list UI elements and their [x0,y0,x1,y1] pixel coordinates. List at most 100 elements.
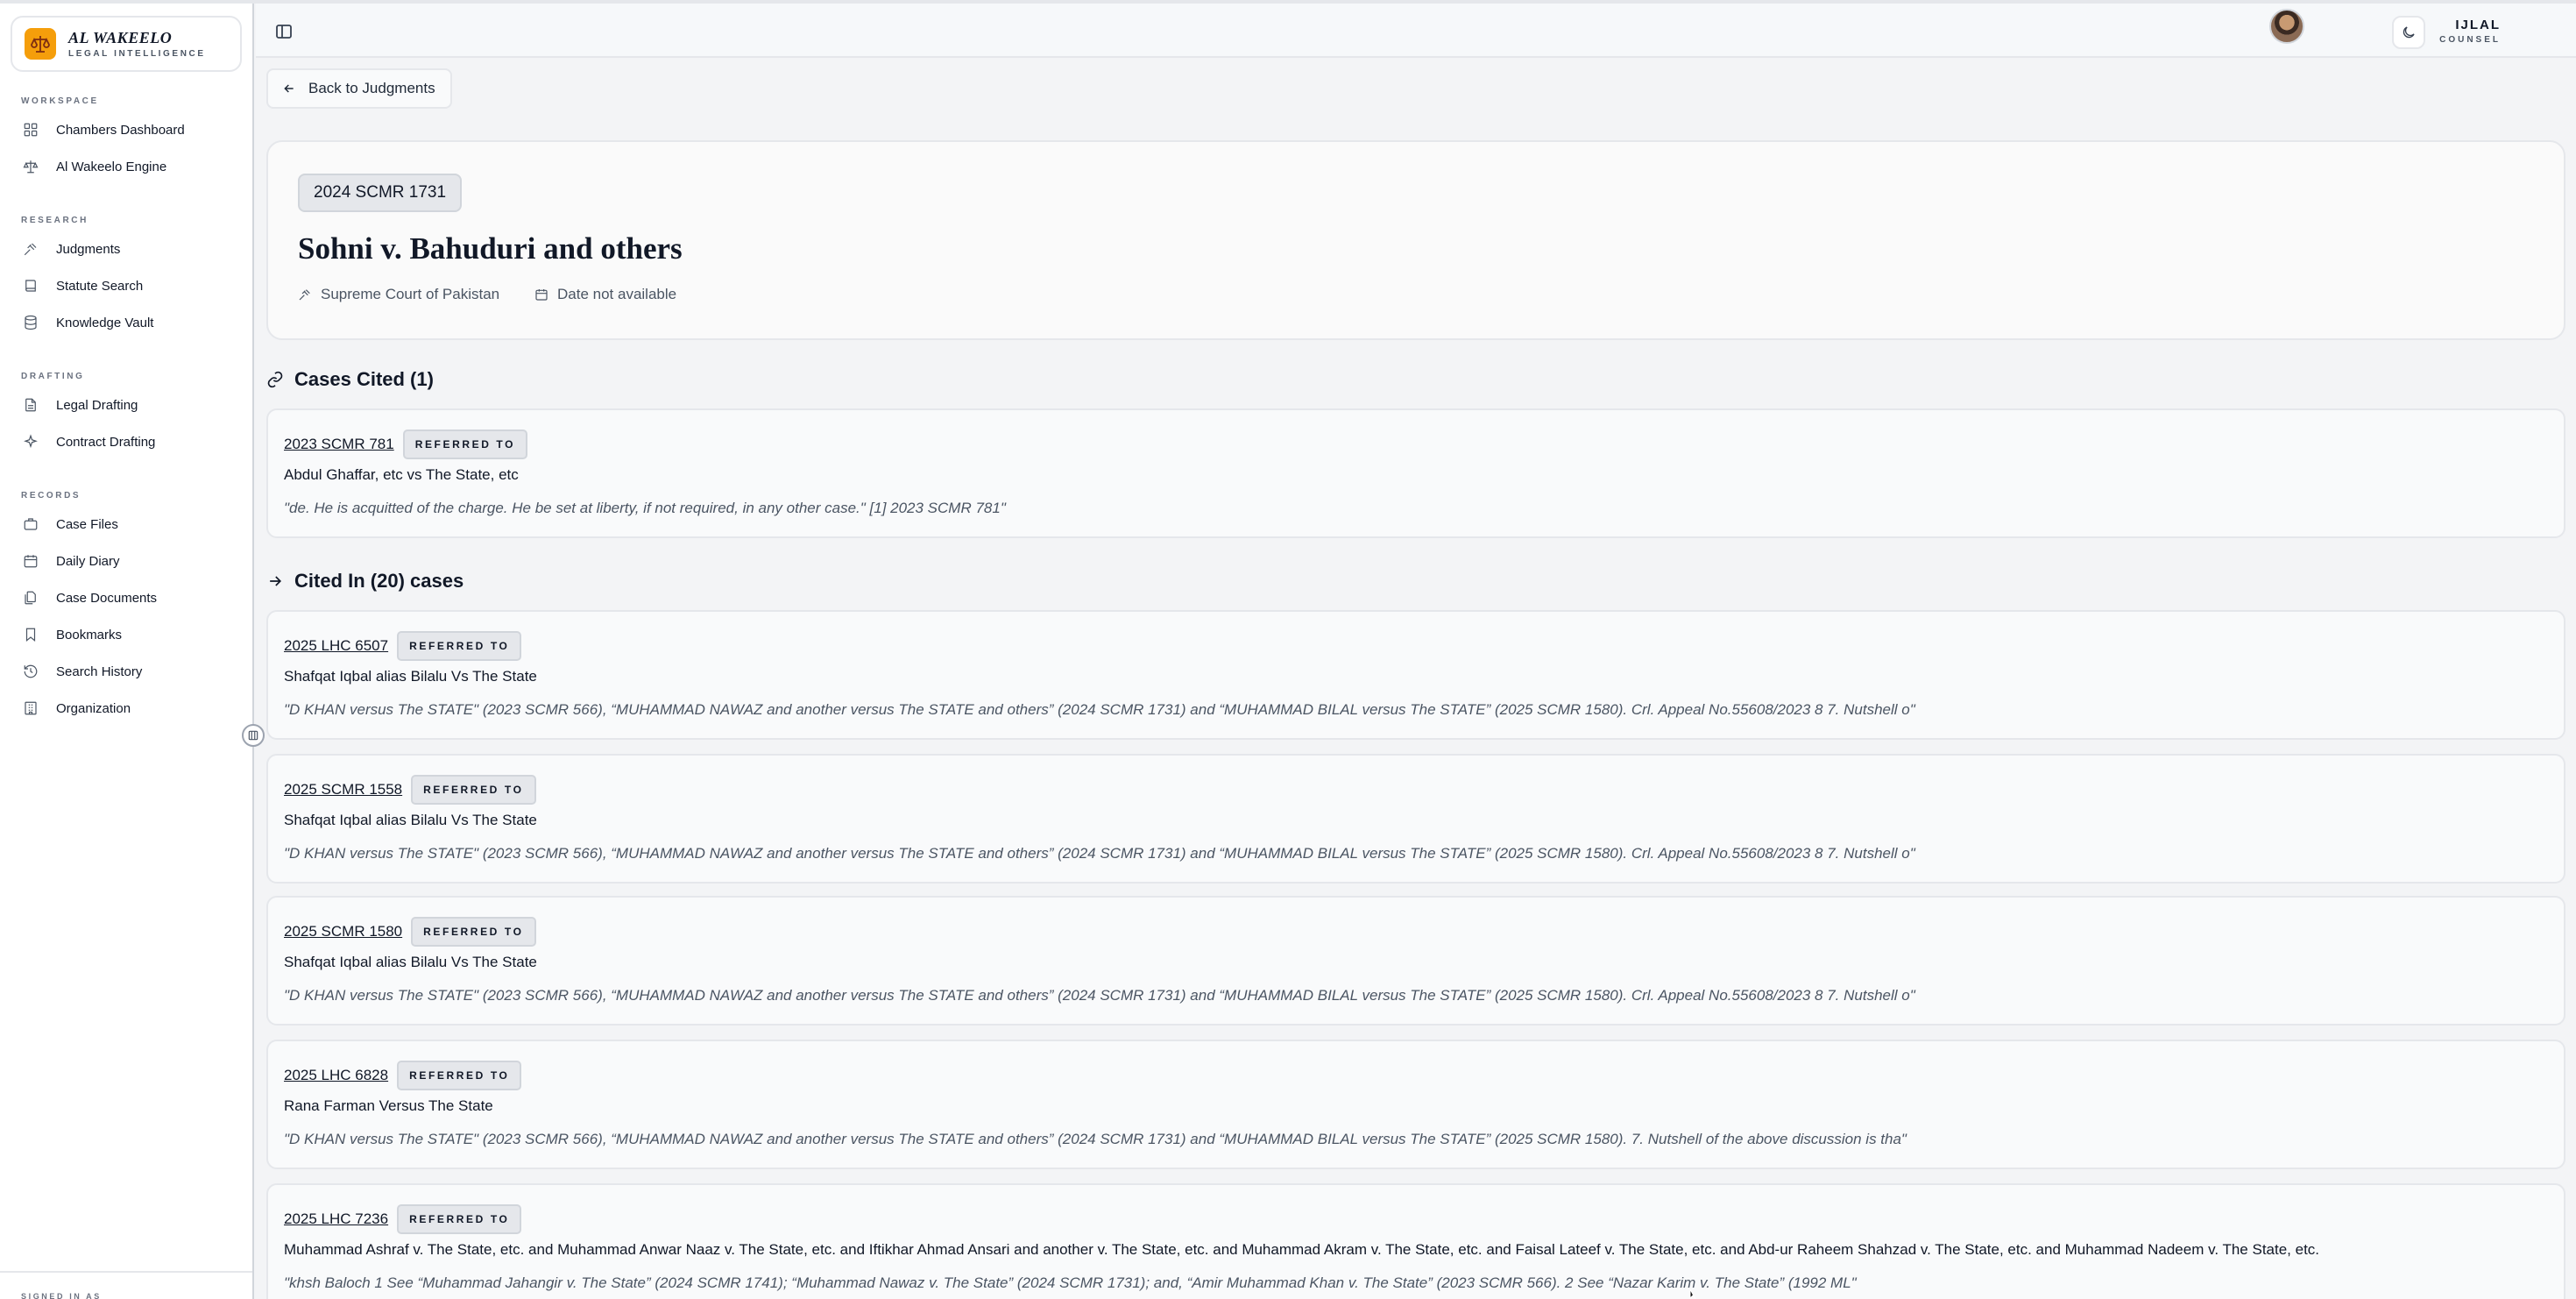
calendar-icon [535,289,548,301]
sidebar-toggle-button[interactable] [273,21,294,42]
case-name: Shafqat Iqbal alias Bilalu Vs The State [284,812,537,828]
calendar-icon [24,555,38,568]
sidebar-item-label: Case Documents [56,590,158,606]
back-to-judgments-button[interactable]: Back to Judgments [266,68,452,109]
case-name: Shafqat Iqbal alias Bilalu Vs The State [284,668,537,685]
user-name: IJLAL [2455,18,2501,32]
user-role: COUNSEL [2439,35,2501,45]
sidebar-item-daily-diary[interactable]: Daily Diary [12,545,242,577]
judgment-date: Date not available [557,286,677,302]
sidebar-item-label: Judgments [56,241,121,257]
case-card: 2025 LHC 7236 REFERRED TO Muhammad Ashra… [266,1183,2565,1299]
back-button-label: Back to Judgments [308,80,435,96]
sidebar-item-knowledge-vault[interactable]: Knowledge Vault [12,307,242,338]
judgment-header-card: 2024 SCMR 1731 Sohni v. Bahuduri and oth… [266,140,2565,340]
book-icon [25,280,36,292]
case-citation-link[interactable]: 2023 SCMR 781 [284,436,394,453]
sidebar-item-label: Bookmarks [56,627,123,642]
sidebar-footer-divider [0,1271,252,1273]
file-text-icon [25,398,36,412]
case-name: Rana Farman Versus The State [284,1097,493,1114]
case-citation-link[interactable]: 2025 LHC 6507 [284,637,388,655]
sidebar-item-al-wakeelo-engine[interactable]: Al Wakeelo Engine [12,151,242,182]
gavel-icon [24,243,37,256]
database-icon [25,315,37,330]
cases-cited-title: Cases Cited (1) [294,368,434,390]
case-excerpt: "D KHAN versus The STATE" (2023 SCMR 566… [284,987,1915,1004]
section-label-records: RECORDS [21,491,81,500]
case-card: 2025 SCMR 1558 REFERRED TO Shafqat Iqbal… [266,754,2565,884]
court-name: Supreme Court of Pakistan [321,286,500,302]
relation-badge: REFERRED TO [402,429,528,459]
case-citation-link[interactable]: 2025 SCMR 1580 [284,923,402,941]
files-icon [25,591,36,605]
case-excerpt: "D KHAN versus The STATE" (2023 SCMR 566… [284,1131,1907,1147]
sidebar-item-search-history[interactable]: Search History [12,656,242,687]
case-citation-link[interactable]: 2025 LHC 7236 [284,1210,388,1228]
cases-cited-heading: Cases Cited (1) [266,368,434,391]
arrow-right-icon [270,576,282,586]
sidebar-item-label: Statute Search [56,278,144,294]
sidebar-item-contract-drafting[interactable]: Contract Drafting [12,426,242,458]
sidebar-item-label: Knowledge Vault [56,315,154,330]
case-excerpt: "D KHAN versus The STATE" (2023 SCMR 566… [284,701,1915,718]
case-excerpt: "D KHAN versus The STATE" (2023 SCMR 566… [284,845,1915,862]
sidebar-item-statute-search[interactable]: Statute Search [12,270,242,302]
cited-in-heading: Cited In (20) cases [266,570,464,593]
case-card: 2025 SCMR 1580 REFERRED TO Shafqat Iqbal… [266,896,2565,1026]
signed-in-label: SIGNED IN AS [21,1292,102,1299]
brand-subtitle: LEGAL INTELLIGENCE [68,49,206,59]
brand-logo-card[interactable]: AL WAKEELO LEGAL INTELLIGENCE [11,16,242,72]
case-card: 2025 LHC 6507 REFERRED TO Shafqat Iqbal … [266,610,2565,740]
case-name: Abdul Ghaffar, etc vs The State, etc [284,466,519,483]
sidebar-item-judgments[interactable]: Judgments [12,233,242,265]
relation-badge: REFERRED TO [411,775,536,805]
grip-icon [248,730,258,741]
sidebar-item-chambers-dashboard[interactable]: Chambers Dashboard [12,114,242,146]
case-excerpt: "de. He is acquitted of the charge. He b… [284,500,1006,516]
case-citation-link[interactable]: 2025 LHC 6828 [284,1067,388,1084]
mouse-cursor-icon [1689,1288,1696,1299]
moon-icon [2403,26,2415,39]
briefcase-icon [24,518,38,530]
bookmark-icon [25,628,36,642]
page-title: Sohni v. Bahuduri and others [298,231,683,266]
case-citation-link[interactable]: 2025 SCMR 1558 [284,781,402,799]
sidebar: AL WAKEELO LEGAL INTELLIGENCE WORKSPACE … [0,4,254,1299]
sidebar-item-case-files[interactable]: Case Files [12,508,242,540]
sidebar-item-label: Organization [56,700,131,716]
arrow-left-icon [284,84,294,93]
case-card: 2023 SCMR 781 REFERRED TO Abdul Ghaffar,… [266,408,2565,538]
court-meta: Supreme Court of Pakistan [298,286,499,303]
citation-badge: 2024 SCMR 1731 [298,174,463,212]
sidebar-item-label: Case Files [56,516,118,532]
section-label-drafting: DRAFTING [21,372,85,381]
relation-badge: REFERRED TO [397,1061,522,1090]
section-label-workspace: WORKSPACE [21,96,99,106]
section-label-research: RESEARCH [21,216,88,225]
sidebar-item-bookmarks[interactable]: Bookmarks [12,619,242,650]
sparkles-icon [24,434,38,449]
case-name: Muhammad Ashraf v. The State, etc. and M… [284,1241,2320,1258]
sidebar-item-label: Legal Drafting [56,397,138,413]
sidebar-item-legal-drafting[interactable]: Legal Drafting [12,389,242,421]
top-bar: IJLAL COUNSEL [256,4,2576,58]
sidebar-resize-handle[interactable] [242,724,265,747]
building-icon [25,701,37,715]
case-excerpt: "khsh Baloch 1 See “Muhammad Jahangir v.… [284,1274,1857,1291]
scale-icon [23,160,39,174]
relation-badge: REFERRED TO [397,1204,522,1234]
scales-logo-icon [25,28,56,60]
grid-icon [24,123,38,137]
case-card: 2025 LHC 6828 REFERRED TO Rana Farman Ve… [266,1040,2565,1169]
sidebar-item-organization[interactable]: Organization [12,692,242,724]
sidebar-item-label: Search History [56,664,143,679]
brand-name: AL WAKEELO [68,29,173,46]
case-name: Shafqat Iqbal alias Bilalu Vs The State [284,954,537,970]
avatar[interactable] [2269,9,2304,44]
cited-in-title: Cited In (20) cases [294,570,464,592]
relation-badge: REFERRED TO [411,917,536,947]
sidebar-item-case-documents[interactable]: Case Documents [12,582,242,614]
theme-toggle-button[interactable] [2392,16,2425,49]
history-icon [24,664,38,678]
